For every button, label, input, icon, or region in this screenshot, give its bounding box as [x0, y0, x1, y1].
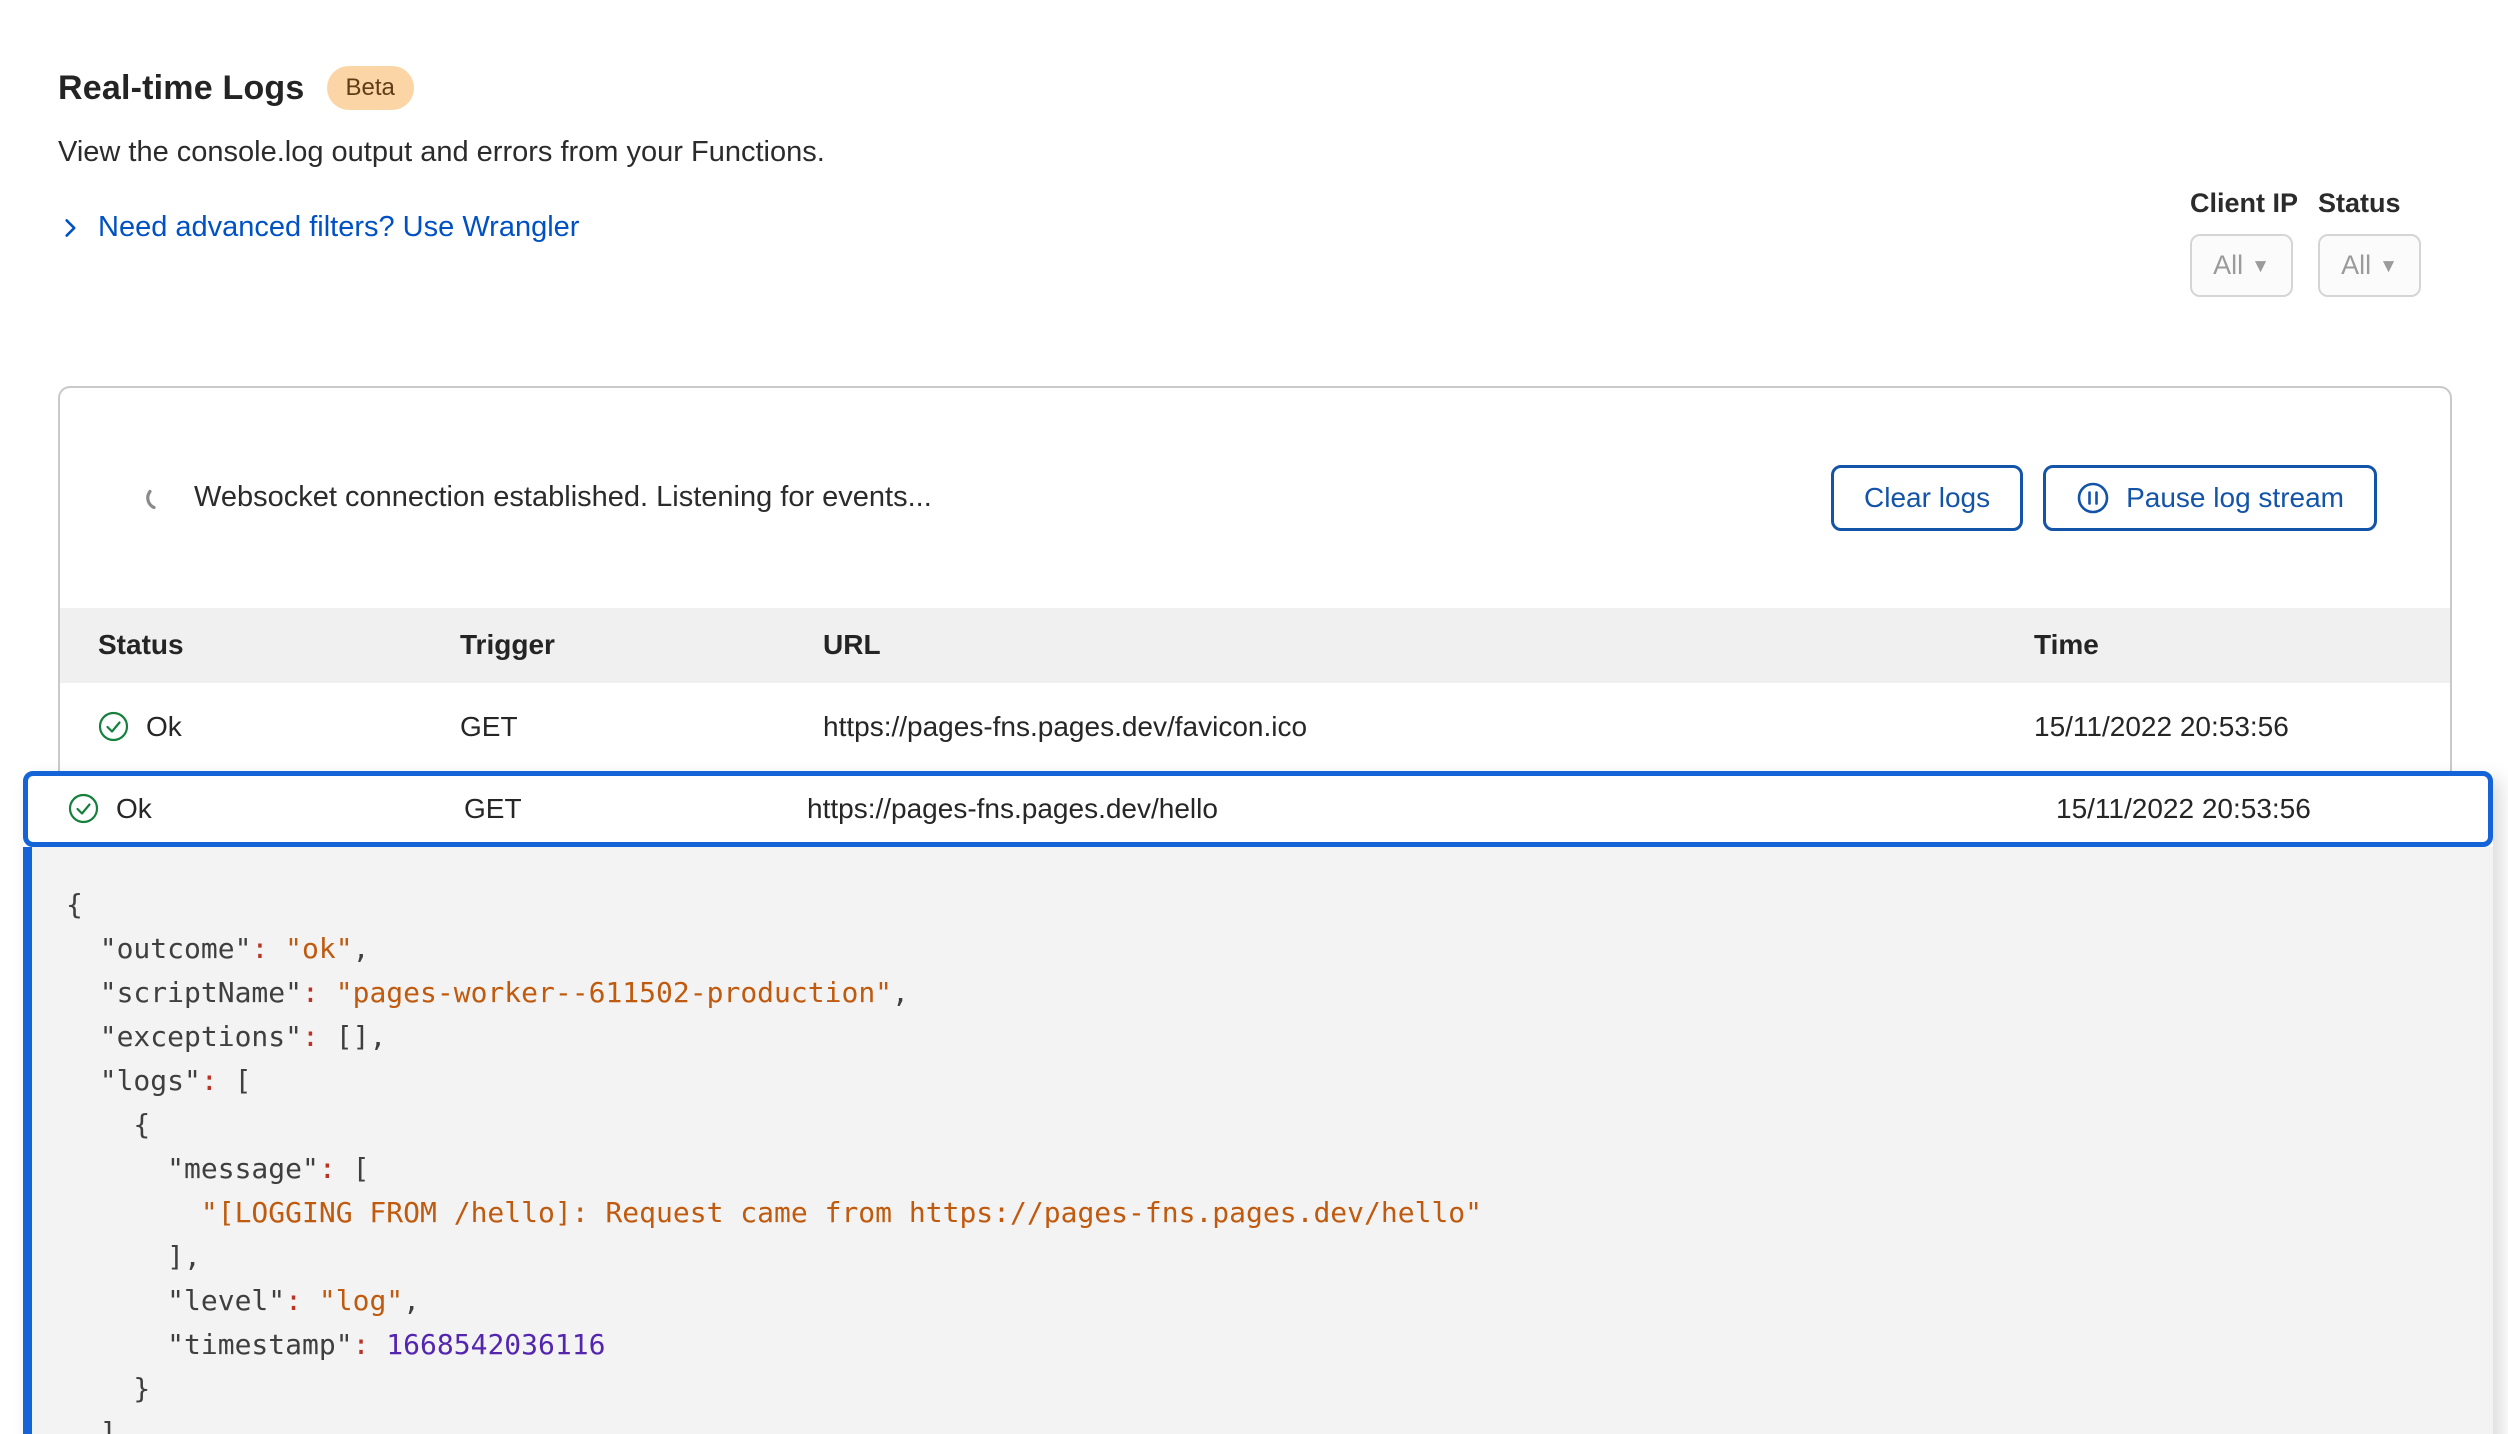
column-header-url: URL: [823, 629, 2034, 661]
page-title: Real-time Logs: [58, 69, 305, 108]
log-table-header: Status Trigger URL Time: [60, 608, 2450, 683]
status-filter-label: Status: [2318, 188, 2421, 219]
row-time: 15/11/2022 20:53:56: [2056, 793, 2448, 825]
row-status-label: Ok: [146, 711, 182, 743]
status-filter-value: All: [2341, 250, 2371, 281]
websocket-status-bar: Websocket connection established. Listen…: [60, 388, 2450, 608]
caret-down-icon: ▼: [2251, 256, 2270, 278]
pause-log-stream-button[interactable]: Pause log stream: [2043, 465, 2377, 531]
client-ip-filter-dropdown[interactable]: All ▼: [2190, 234, 2293, 297]
clear-logs-label: Clear logs: [1864, 482, 1990, 514]
check-circle-icon: [98, 711, 129, 742]
chevron-right-icon: [58, 215, 84, 241]
beta-badge: Beta: [327, 66, 414, 110]
status-filter-dropdown[interactable]: All ▼: [2318, 234, 2421, 297]
spinner-icon: [144, 484, 172, 512]
expanded-log-entry: Ok GET https://pages-fns.pages.dev/hello…: [23, 771, 2493, 1434]
client-ip-filter-label: Client IP: [2190, 188, 2298, 219]
log-actions: Clear logs Pause log stream: [1831, 465, 2377, 531]
row-status-cell: Ok: [68, 793, 464, 825]
client-ip-filter: Client IP All ▼: [2190, 188, 2298, 297]
row-trigger: GET: [460, 711, 823, 743]
log-entry-detail: { "outcome": "ok", "scriptName": "pages-…: [23, 847, 2493, 1434]
row-trigger: GET: [464, 793, 807, 825]
realtime-logs-page: Real-time Logs Beta View the console.log…: [0, 0, 2508, 1434]
row-url: https://pages-fns.pages.dev/favicon.ico: [823, 711, 2034, 743]
caret-down-icon: ▼: [2379, 256, 2398, 278]
pause-log-stream-label: Pause log stream: [2126, 482, 2344, 514]
websocket-status-text: Websocket connection established. Listen…: [194, 481, 932, 514]
wrangler-link-label: Need advanced filters? Use Wrangler: [98, 211, 579, 244]
column-header-status: Status: [98, 629, 460, 661]
pause-circle-icon: [2076, 481, 2110, 515]
row-status-label: Ok: [116, 793, 152, 825]
page-header: Real-time Logs Beta: [0, 0, 2508, 110]
row-status-cell: Ok: [98, 711, 460, 743]
log-json-viewer: { "outcome": "ok", "scriptName": "pages-…: [66, 883, 2463, 1434]
status-filter: Status All ▼: [2318, 188, 2421, 297]
clear-logs-button[interactable]: Clear logs: [1831, 465, 2023, 531]
check-circle-icon: [68, 793, 99, 824]
log-filters: Client IP All ▼ Status All ▼: [2190, 188, 2421, 297]
column-header-time: Time: [2034, 629, 2410, 661]
log-table-row[interactable]: Ok GET https://pages-fns.pages.dev/favic…: [60, 683, 2450, 771]
row-time: 15/11/2022 20:53:56: [2034, 711, 2410, 743]
log-table-row-selected[interactable]: Ok GET https://pages-fns.pages.dev/hello…: [23, 771, 2493, 847]
websocket-status: Websocket connection established. Listen…: [144, 481, 932, 514]
page-subtitle: View the console.log output and errors f…: [58, 136, 2508, 169]
wrangler-filters-link[interactable]: Need advanced filters? Use Wrangler: [58, 211, 579, 244]
column-header-trigger: Trigger: [460, 629, 823, 661]
client-ip-filter-value: All: [2213, 250, 2243, 281]
row-url: https://pages-fns.pages.dev/hello: [807, 793, 2056, 825]
log-stream-panel: Websocket connection established. Listen…: [58, 386, 2452, 771]
